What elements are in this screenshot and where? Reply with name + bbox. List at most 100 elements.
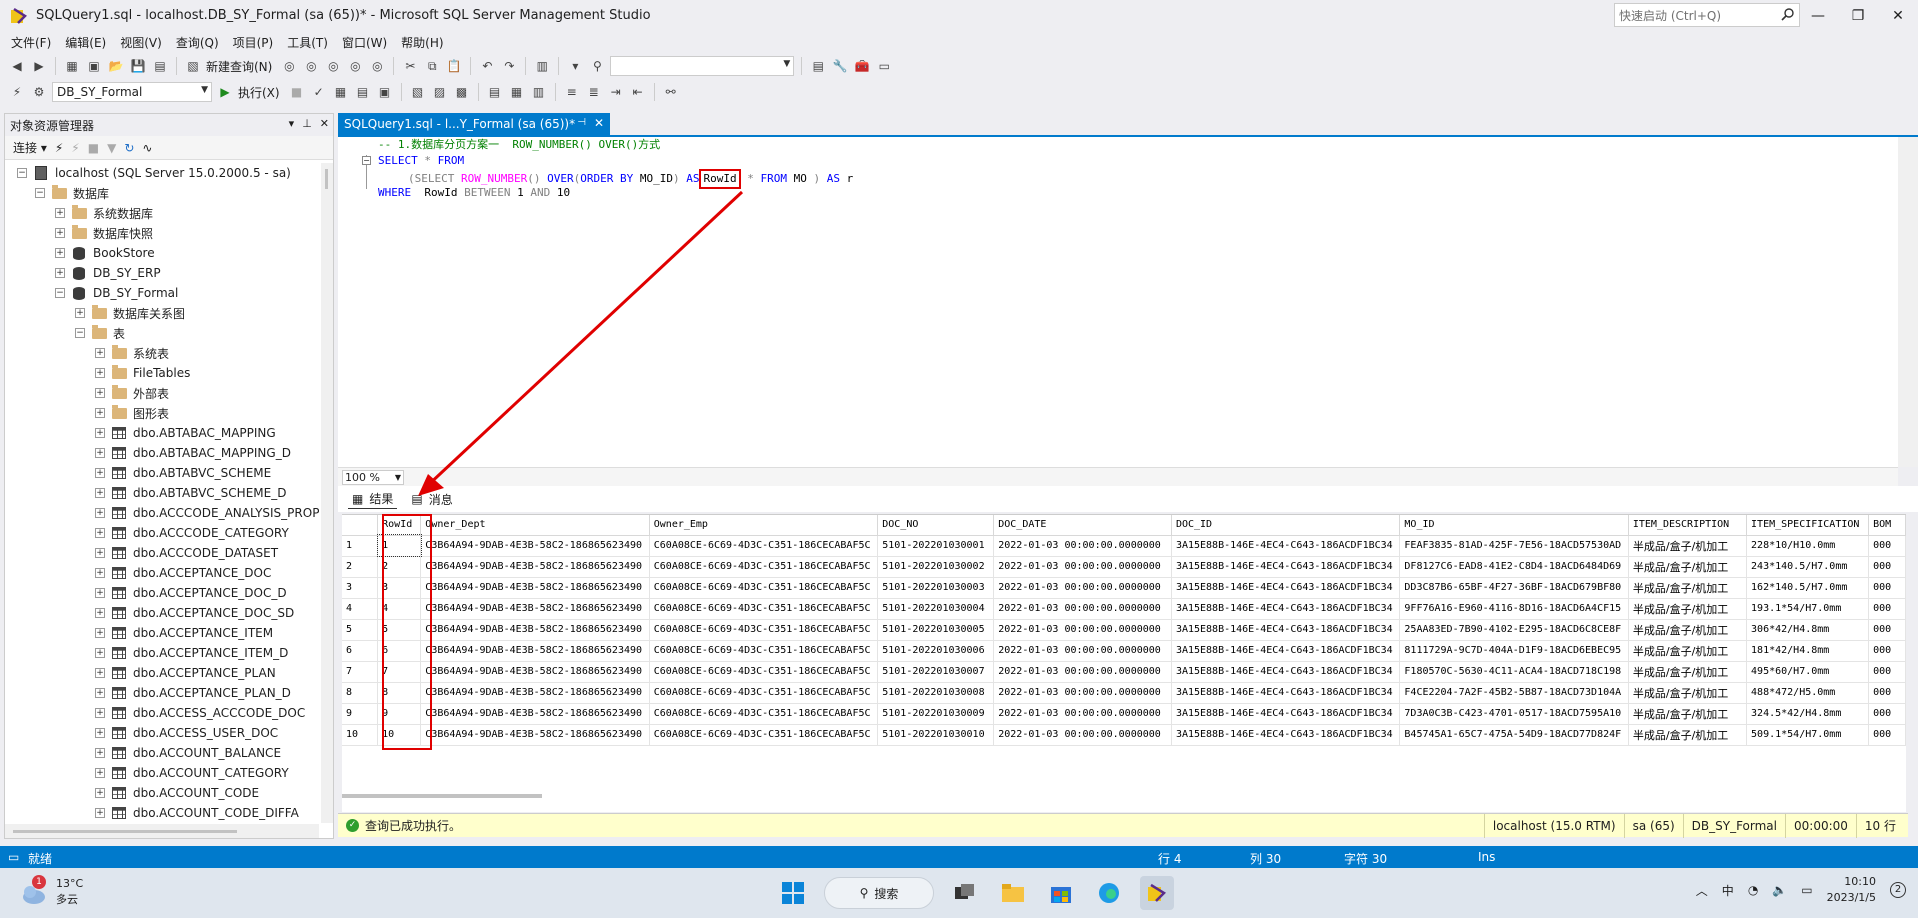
redo-icon[interactable]: ↷ bbox=[500, 57, 518, 75]
table-cell[interactable]: C60A08CE-6C69-4D3C-C351-186CECABAF5C bbox=[649, 682, 879, 704]
minimize-button[interactable]: — bbox=[1798, 0, 1838, 31]
table-cell[interactable]: 000 bbox=[1868, 661, 1906, 683]
table-row[interactable]: 8 8 C3B64A94-9DAB-4E3B-58C2-186865623490 C6… bbox=[342, 682, 1906, 704]
table-cell[interactable]: 181*42/H4.8mm bbox=[1746, 640, 1870, 662]
tree-node[interactable]: + dbo.ACCOUNT_CODE bbox=[5, 783, 319, 803]
store-icon[interactable] bbox=[1044, 876, 1078, 910]
specify-values-icon[interactable]: ⚯ bbox=[662, 83, 680, 101]
table-cell[interactable]: C60A08CE-6C69-4D3C-C351-186CECABAF5C bbox=[649, 703, 879, 725]
table-cell[interactable]: C3B64A94-9DAB-4E3B-58C2-186865623490 bbox=[420, 577, 650, 599]
tree-node[interactable]: + dbo.ACCEPTANCE_DOC bbox=[5, 563, 319, 583]
filter-icon[interactable]: ▼ bbox=[107, 141, 116, 155]
table-cell[interactable]: 306*42/H4.8mm bbox=[1746, 619, 1870, 641]
table-cell[interactable]: C60A08CE-6C69-4D3C-C351-186CECABAF5C bbox=[649, 619, 879, 641]
table-cell[interactable]: 2022-01-03 00:00:00.0000000 bbox=[993, 619, 1172, 641]
table-cell[interactable]: 193.1*54/H7.0mm bbox=[1746, 598, 1870, 620]
expand-icon[interactable]: + bbox=[95, 388, 105, 398]
table-cell[interactable]: C3B64A94-9DAB-4E3B-58C2-186865623490 bbox=[420, 535, 650, 557]
table-cell[interactable]: 495*60/H7.0mm bbox=[1746, 661, 1870, 683]
connect-button[interactable]: 连接 ▾ bbox=[13, 139, 47, 156]
tree-node[interactable]: + dbo.ACCEPTANCE_ITEM_D bbox=[5, 643, 319, 663]
client-stats-icon[interactable]: ▩ bbox=[453, 83, 471, 101]
table-cell[interactable]: 4 bbox=[377, 598, 422, 620]
row-number-cell[interactable]: 5 bbox=[342, 619, 379, 641]
table-cell[interactable]: 509.1*54/H7.0mm bbox=[1746, 724, 1870, 746]
table-cell[interactable]: 000 bbox=[1868, 619, 1906, 641]
network-icon[interactable]: ◔ bbox=[1748, 883, 1758, 897]
table-cell[interactable]: C3B64A94-9DAB-4E3B-58C2-186865623490 bbox=[420, 556, 650, 578]
table-cell[interactable]: 3A15E88B-146E-4EC4-C643-186ACDF1BC34 bbox=[1171, 724, 1401, 746]
expand-icon[interactable]: + bbox=[95, 708, 105, 718]
expand-icon[interactable]: + bbox=[95, 748, 105, 758]
undo-icon[interactable]: ↶ bbox=[478, 57, 496, 75]
tree-node[interactable]: + dbo.ABTABAC_MAPPING_D bbox=[5, 443, 319, 463]
battery-icon[interactable]: ▭ bbox=[1801, 883, 1812, 897]
expand-icon[interactable]: + bbox=[95, 368, 105, 378]
close-icon[interactable]: ✕ bbox=[594, 116, 604, 130]
table-cell[interactable]: 8 bbox=[377, 682, 422, 704]
connect-plug-icon[interactable]: ⚡ bbox=[55, 141, 63, 155]
restore-button[interactable]: ❐ bbox=[1838, 0, 1878, 31]
table-cell[interactable]: 000 bbox=[1868, 640, 1906, 662]
expand-icon[interactable]: + bbox=[95, 668, 105, 678]
tab-sqlquery1[interactable]: SQLQuery1.sql - l...Y_Formal (sa (65))* … bbox=[338, 113, 610, 135]
cut-icon[interactable]: ✂ bbox=[401, 57, 419, 75]
table-cell[interactable]: 5101-202201030004 bbox=[877, 598, 995, 620]
column-header[interactable]: RowId bbox=[377, 515, 422, 536]
table-cell[interactable]: 3A15E88B-146E-4EC4-C643-186ACDF1BC34 bbox=[1171, 682, 1401, 704]
collapse-icon[interactable]: − bbox=[17, 168, 27, 178]
tree-node[interactable]: + dbo.ACCEPTANCE_PLAN bbox=[5, 663, 319, 683]
menu-window[interactable]: 窗口(W) bbox=[335, 34, 394, 51]
table-cell[interactable]: 5101-202201030005 bbox=[877, 619, 995, 641]
query-mdx-icon[interactable]: ◎ bbox=[302, 57, 320, 75]
expand-icon[interactable]: + bbox=[95, 648, 105, 658]
menu-help[interactable]: 帮助(H) bbox=[394, 34, 450, 51]
expand-icon[interactable]: + bbox=[95, 348, 105, 358]
tree-node[interactable]: − localhost (SQL Server 15.0.2000.5 - sa) bbox=[5, 163, 319, 183]
row-number-cell[interactable]: 3 bbox=[342, 577, 379, 599]
ssms-taskbar-icon[interactable] bbox=[1140, 876, 1174, 910]
expand-icon[interactable]: + bbox=[95, 808, 105, 818]
table-cell[interactable]: C3B64A94-9DAB-4E3B-58C2-186865623490 bbox=[420, 661, 650, 683]
find-icon[interactable]: ⚲ bbox=[588, 57, 606, 75]
start-windows-icon[interactable] bbox=[776, 876, 810, 910]
table-cell[interactable]: F4CE2204-7A2F-45B2-5B87-18ACD73D104A bbox=[1399, 682, 1629, 704]
table-cell[interactable]: 5 bbox=[377, 619, 422, 641]
outdent-icon[interactable]: ⇤ bbox=[629, 83, 647, 101]
query-editor[interactable]: − -- 1.数据库分页方案一 ROW_NUMBER() OVER()方式 SE… bbox=[338, 137, 1898, 467]
grid-horizontal-scrollbar[interactable] bbox=[342, 794, 542, 798]
back-icon[interactable]: ◀ bbox=[8, 57, 26, 75]
column-header[interactable]: BOM bbox=[1868, 515, 1906, 536]
query-xmla-icon[interactable]: ◎ bbox=[346, 57, 364, 75]
table-cell[interactable]: 5101-202201030007 bbox=[877, 661, 995, 683]
volume-icon[interactable]: 🔈 bbox=[1772, 883, 1787, 897]
table-cell[interactable]: 3A15E88B-146E-4EC4-C643-186ACDF1BC34 bbox=[1171, 556, 1401, 578]
table-row[interactable]: 2 2 C3B64A94-9DAB-4E3B-58C2-186865623490 C6… bbox=[342, 556, 1906, 578]
table-cell[interactable]: 半成品/盒子/机加工 bbox=[1628, 619, 1748, 641]
refresh-icon[interactable]: ↻ bbox=[124, 141, 134, 155]
pin-icon[interactable]: ⊥ bbox=[302, 117, 312, 130]
table-cell[interactable]: 2022-01-03 00:00:00.0000000 bbox=[993, 535, 1172, 557]
tree-node[interactable]: − DB_SY_Formal bbox=[5, 283, 319, 303]
expand-icon[interactable]: + bbox=[95, 768, 105, 778]
expand-icon[interactable]: + bbox=[55, 208, 65, 218]
tree-node[interactable]: + 数据库关系图 bbox=[5, 303, 319, 323]
table-cell[interactable]: 1 bbox=[376, 534, 422, 557]
table-cell[interactable]: 8111729A-9C7D-404A-D1F9-18ACD6EBEC95 bbox=[1399, 640, 1629, 662]
collapse-icon[interactable]: − bbox=[75, 328, 85, 338]
table-cell[interactable]: 324.5*42/H4.8mm bbox=[1746, 703, 1870, 725]
row-number-cell[interactable]: 2 bbox=[342, 556, 379, 578]
parse-icon[interactable]: ✓ bbox=[310, 83, 328, 101]
solution-config-icon[interactable]: ▾ bbox=[566, 57, 584, 75]
save-all-icon[interactable]: ▤ bbox=[151, 57, 169, 75]
row-number-header[interactable] bbox=[342, 515, 379, 536]
table-cell[interactable]: C60A08CE-6C69-4D3C-C351-186CECABAF5C bbox=[649, 640, 879, 662]
table-cell[interactable]: C3B64A94-9DAB-4E3B-58C2-186865623490 bbox=[420, 619, 650, 641]
table-cell[interactable]: 半成品/盒子/机加工 bbox=[1628, 577, 1748, 599]
query-designer-icon[interactable]: ▤ bbox=[354, 83, 372, 101]
table-cell[interactable]: 000 bbox=[1868, 724, 1906, 746]
tab-results[interactable]: ▦ 结果 bbox=[348, 489, 398, 509]
table-cell[interactable]: C3B64A94-9DAB-4E3B-58C2-186865623490 bbox=[420, 598, 650, 620]
table-cell[interactable]: 5101-202201030010 bbox=[877, 724, 995, 746]
table-cell[interactable]: DF8127C6-EAD8-41E2-C8D4-18ACD6484D69 bbox=[1399, 556, 1629, 578]
